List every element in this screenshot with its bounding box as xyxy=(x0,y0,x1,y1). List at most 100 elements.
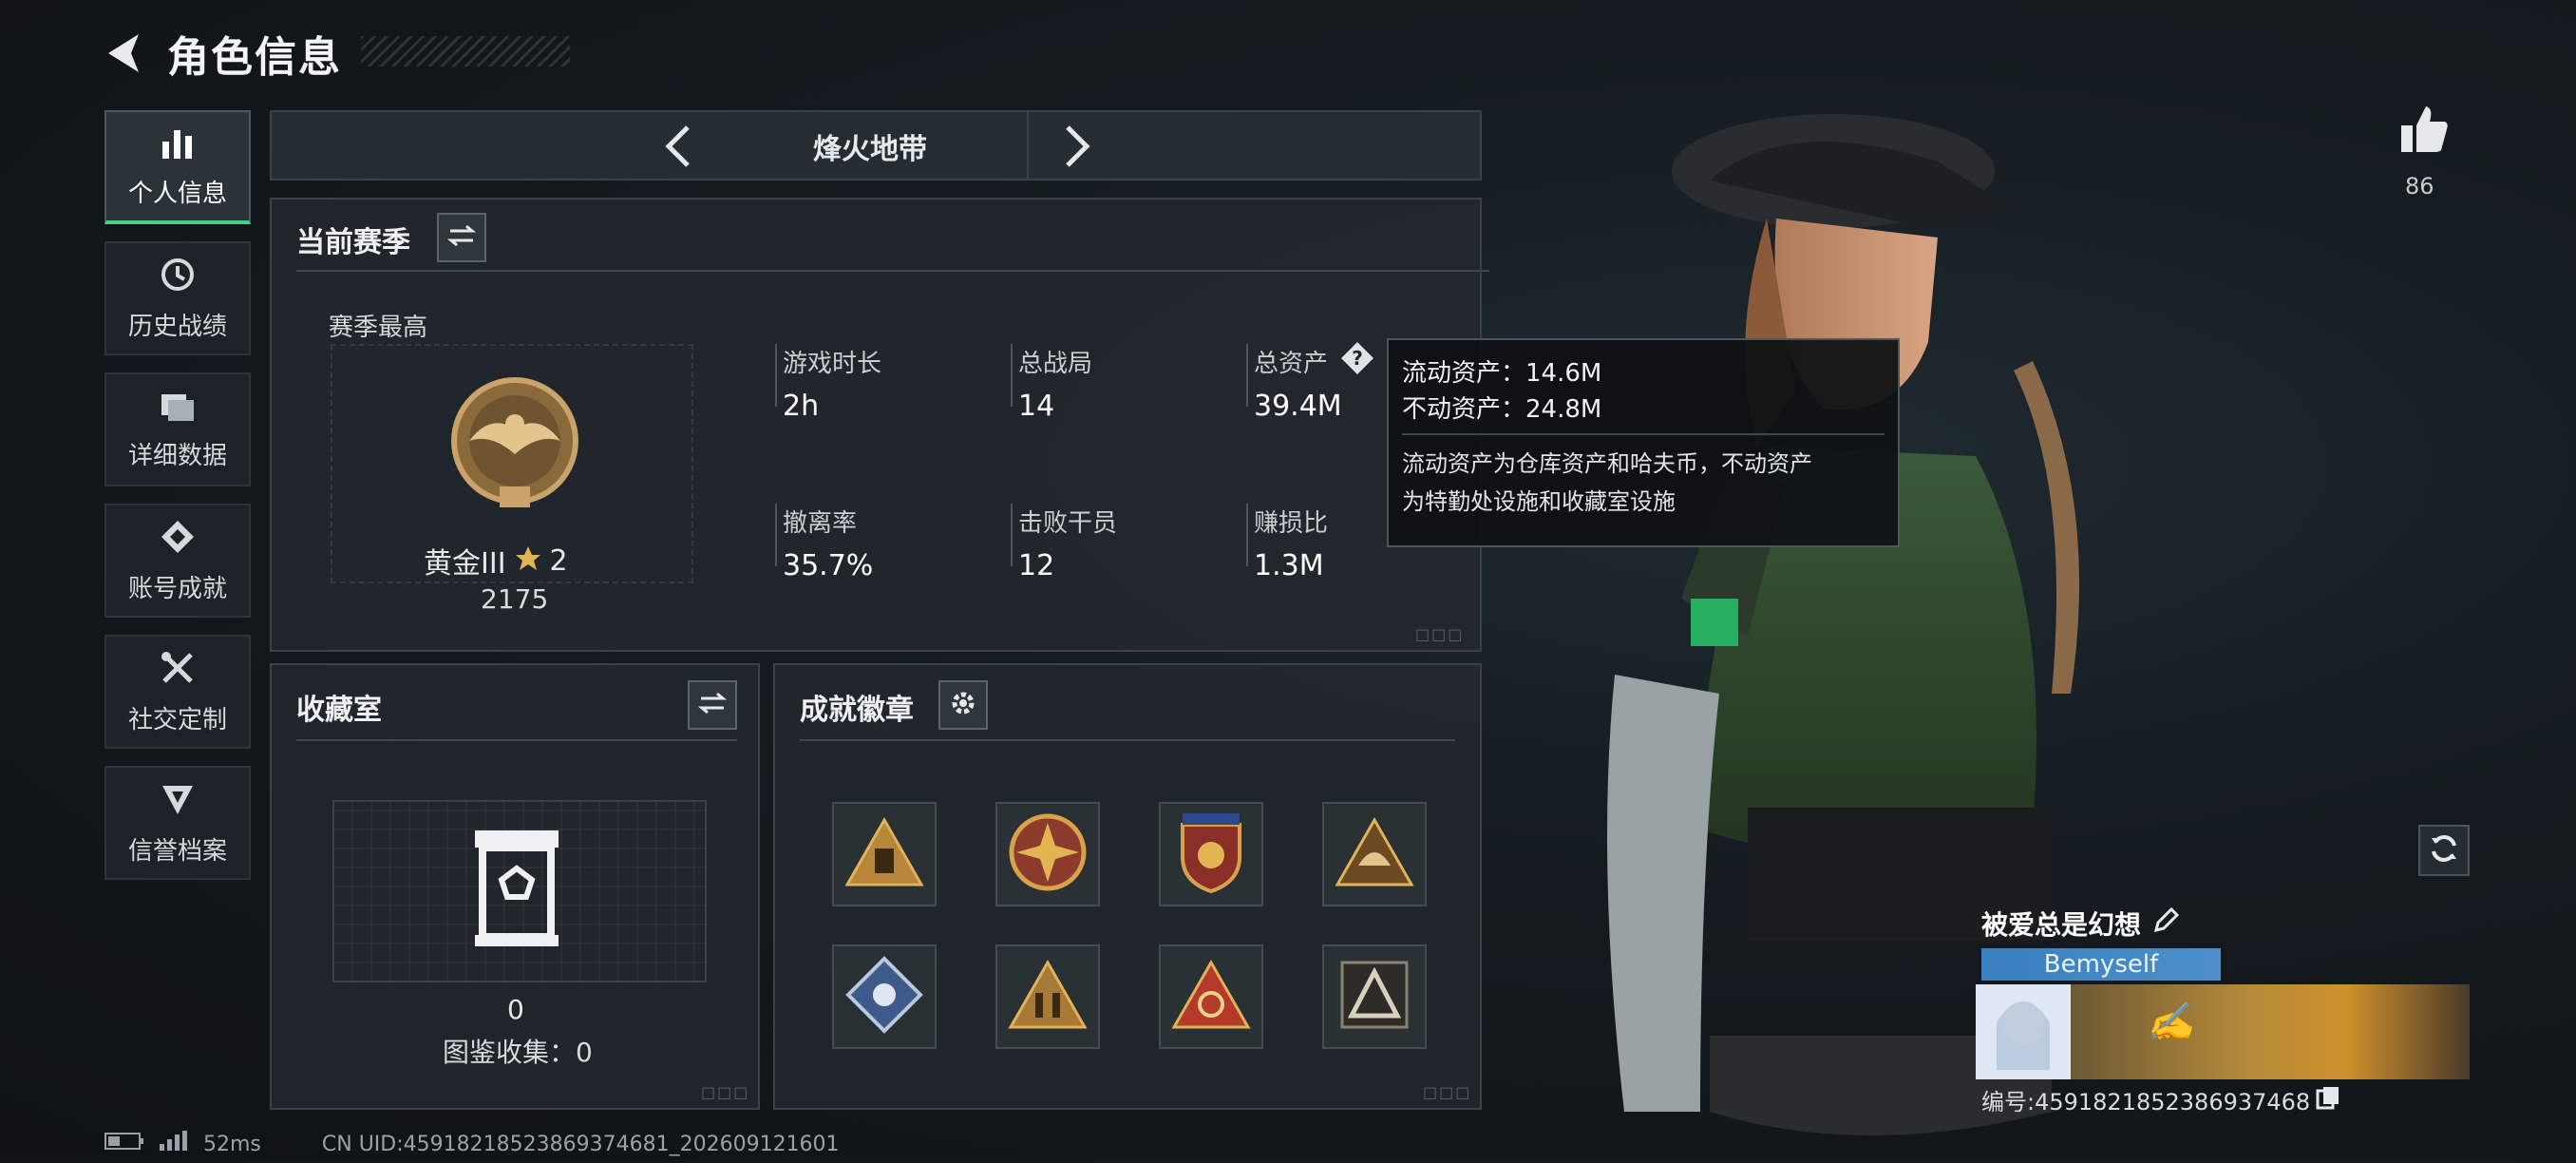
sidebar-item-personal-info[interactable]: 个人信息 xyxy=(104,110,251,224)
refresh-icon xyxy=(2428,832,2460,868)
collection-panel: 收藏室 0 图鉴收集：0 □□□ xyxy=(270,663,760,1110)
stat-value-play-time: 2h xyxy=(783,390,820,423)
display-cabinet-icon xyxy=(469,827,564,954)
clock-icon xyxy=(159,256,197,297)
sidebar-item-reputation[interactable]: 信誉档案 xyxy=(104,766,251,880)
achievements-settings-button[interactable] xyxy=(938,680,988,730)
triangle-peak-badge-icon xyxy=(1336,957,1412,1037)
next-mode-arrow-icon[interactable] xyxy=(1060,124,1094,173)
rank-line: 黄金III 2 xyxy=(424,540,568,582)
season-best-label: 赛季最高 xyxy=(329,314,428,342)
folder-icon xyxy=(159,389,197,427)
achievement-badge[interactable] xyxy=(1159,944,1263,1049)
shield-star-badge-icon xyxy=(1173,810,1249,899)
diamond-rose-badge-icon xyxy=(844,955,924,1039)
tooltip-desc-line2: 为特勤处设施和收藏室设施 xyxy=(1402,488,1676,515)
banner-signature-art: ✍ xyxy=(2147,1001,2194,1044)
collection-switch-button[interactable] xyxy=(688,680,737,730)
stat-label-extract-rate: 撤离率 xyxy=(783,509,858,538)
achievements-panel: 成就徽章 □□□ xyxy=(773,663,1482,1110)
stat-label-total-assets: 总资产 xyxy=(1254,350,1329,378)
profile-id-row: 编号:4591821852386937468 xyxy=(1981,1083,2340,1116)
sidebar-item-label: 信誉档案 xyxy=(127,836,227,866)
stat-label-operators-defeated: 击败干员 xyxy=(1018,509,1118,538)
stat-bar xyxy=(775,504,777,566)
collection-count: 0 xyxy=(507,994,524,1025)
sidebar-item-label: 详细数据 xyxy=(127,441,227,470)
rank-score: 2175 xyxy=(481,583,549,615)
corner-marks: □□□ xyxy=(701,1083,750,1101)
corner-marks: □□□ xyxy=(1415,625,1465,643)
profile-banner[interactable]: ✍ xyxy=(1976,984,2470,1079)
sidebar-item-history[interactable]: 历史战绩 xyxy=(104,241,251,355)
tools-icon xyxy=(159,649,197,691)
tooltip-desc-line1: 流动资产为仓库资产和哈夫币，不动资产 xyxy=(1402,450,1812,477)
prev-mode-arrow-icon[interactable] xyxy=(661,124,695,173)
page-title: 角色信息 xyxy=(167,33,342,82)
stat-value-extract-rate: 35.7% xyxy=(783,549,874,582)
achievement-badge[interactable] xyxy=(995,944,1100,1049)
stat-value-operators-defeated: 12 xyxy=(1018,549,1055,582)
stat-label-total-matches: 总战局 xyxy=(1018,350,1093,378)
battery-icon xyxy=(104,1132,144,1156)
status-bar: 52ms CN UID:45918218523869374681_2026091… xyxy=(104,1131,840,1157)
season-title: 当前赛季 xyxy=(296,226,410,259)
mode-selector: 烽火地带 xyxy=(270,110,1482,181)
shield-icon xyxy=(159,780,197,822)
star-icon xyxy=(514,544,542,577)
sidebar-item-label: 社交定制 xyxy=(127,705,227,734)
rank-stars: 2 xyxy=(549,543,568,578)
tooltip-fixed-assets: 不动资产：24.8M xyxy=(1402,395,1602,424)
achievements-title: 成就徽章 xyxy=(800,694,914,727)
title-bar: 角色信息 xyxy=(103,23,342,84)
signal-icon xyxy=(158,1131,190,1157)
gold-rank-emblem-icon xyxy=(448,374,581,521)
achievement-badge[interactable] xyxy=(832,944,937,1049)
help-question-icon[interactable]: ? xyxy=(1339,340,1375,380)
stat-value-total-matches: 14 xyxy=(1018,390,1055,423)
collection-title: 收藏室 xyxy=(296,694,382,727)
bar-chart-icon xyxy=(159,124,197,164)
tooltip-liquid-assets: 流动资产：14.6M xyxy=(1402,359,1602,388)
season-switch-button[interactable] xyxy=(437,213,486,262)
sidebar-item-social-custom[interactable]: 社交定制 xyxy=(104,635,251,749)
sidebar-item-detailed-data[interactable]: 详细数据 xyxy=(104,372,251,486)
title-decoration xyxy=(361,36,570,67)
sidebar-item-label: 账号成就 xyxy=(127,574,227,603)
achievement-badge[interactable] xyxy=(995,802,1100,906)
swap-icon xyxy=(446,223,477,252)
gear-icon xyxy=(949,689,977,721)
triangle-target-badge-icon xyxy=(1170,959,1252,1035)
achievements-divider xyxy=(800,739,1455,741)
star-compass-badge-icon xyxy=(1005,810,1090,899)
stat-bar xyxy=(1246,504,1248,566)
mode-label: 烽火地带 xyxy=(813,133,927,166)
achievement-badge[interactable] xyxy=(1159,802,1263,906)
stat-bar xyxy=(1011,504,1013,566)
triangle-helmet-badge-icon xyxy=(1334,816,1415,892)
svg-text:?: ? xyxy=(1352,347,1363,370)
refresh-button[interactable] xyxy=(2418,825,2470,876)
stat-bar xyxy=(775,344,777,407)
achievement-badge[interactable] xyxy=(1322,944,1427,1049)
collection-catalog: 图鉴收集：0 xyxy=(443,1037,593,1068)
profile-tag: Bemyself xyxy=(1981,948,2221,981)
stat-label-play-time: 游戏时长 xyxy=(783,350,882,378)
sidebar-item-achievements[interactable]: 账号成就 xyxy=(104,504,251,618)
ping-text: 52ms xyxy=(203,1132,261,1156)
avatar[interactable] xyxy=(1976,984,2071,1079)
achievement-badge[interactable] xyxy=(832,802,937,906)
copy-icon[interactable] xyxy=(2316,1085,2340,1115)
achievement-badge[interactable] xyxy=(1322,802,1427,906)
rank-name: 黄金III xyxy=(424,547,506,581)
collection-divider xyxy=(296,739,737,741)
triangle-soldiers-badge-icon xyxy=(1007,959,1089,1035)
stat-bar xyxy=(1246,344,1248,407)
season-panel: 当前赛季 赛季最高 黄金III 2 2175 游戏时长 2h 总战局 14 总资… xyxy=(270,198,1489,652)
medal-icon xyxy=(159,518,197,560)
swap-icon xyxy=(697,691,728,719)
corner-marks: □□□ xyxy=(1423,1083,1472,1101)
back-arrow-icon[interactable] xyxy=(103,30,144,76)
edit-pencil-icon[interactable] xyxy=(2152,906,2180,941)
thumbs-up-icon[interactable] xyxy=(2397,103,2451,160)
